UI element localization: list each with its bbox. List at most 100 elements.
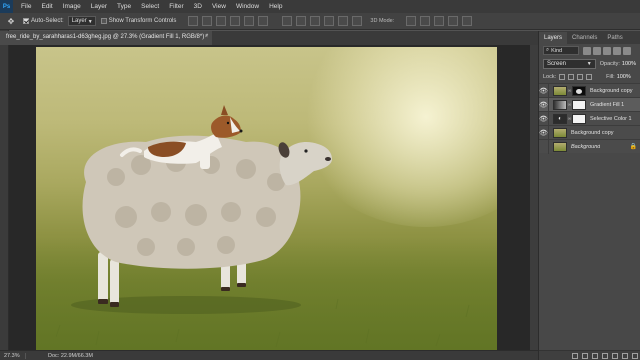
filter-shape-icon[interactable] <box>613 46 621 55</box>
move-tool-icon[interactable]: ✥ <box>4 15 18 27</box>
align-top-icon[interactable] <box>188 16 199 26</box>
3d-pan-icon[interactable] <box>434 16 445 26</box>
dog-leg <box>200 143 210 169</box>
trash-icon[interactable] <box>632 352 638 359</box>
3d-rotate-icon[interactable] <box>406 16 417 26</box>
distribute-center-icon[interactable] <box>338 16 349 26</box>
eye-icon[interactable]: 👁 <box>539 125 549 140</box>
fill-label: Fill: <box>606 73 615 80</box>
layer-thumbnail <box>553 141 567 152</box>
menu-type[interactable]: Type <box>112 3 136 10</box>
dog-eye <box>226 121 230 125</box>
menu-3d[interactable]: 3D <box>189 3 207 10</box>
layer-mask-thumbnail[interactable] <box>572 85 586 96</box>
menu-bar: Ps File Edit Image Layer Type Select Fil… <box>0 0 640 13</box>
eye-icon[interactable]: 👁 <box>539 83 549 98</box>
lock-transparent-icon[interactable] <box>559 73 566 80</box>
menu-edit[interactable]: Edit <box>36 3 57 10</box>
options-bar: ✥ Auto-Select: Layer ▼ Show Transform Co… <box>0 13 640 30</box>
fill-control[interactable]: Fill: 100% <box>606 74 631 80</box>
align-buttons <box>186 16 270 26</box>
show-transform-label: Show Transform Controls <box>108 18 177 24</box>
3d-slide-icon[interactable] <box>448 16 459 26</box>
tools-panel[interactable] <box>0 30 9 360</box>
menu-select[interactable]: Select <box>136 3 164 10</box>
chevron-down-icon: ▼ <box>586 60 592 67</box>
align-bottom-icon[interactable] <box>216 16 227 26</box>
3d-mode-label: 3D Mode: <box>370 18 395 24</box>
layer-mask-thumbnail[interactable] <box>572 99 586 110</box>
distribute-middle-icon[interactable] <box>296 16 307 26</box>
filter-smart-icon[interactable] <box>623 46 631 55</box>
tab-layers[interactable]: Layers <box>539 32 568 44</box>
close-icon[interactable]: × <box>204 34 208 40</box>
layer-name: Background copy <box>571 129 614 136</box>
tab-paths[interactable]: Paths <box>602 32 627 44</box>
document-tab[interactable]: free_ride_by_sarahharas1-d63gheg.jpg @ 2… <box>0 31 212 45</box>
lock-position-icon[interactable] <box>577 73 584 80</box>
menu-filter[interactable]: Filter <box>164 3 188 10</box>
new-group-icon[interactable] <box>612 352 618 359</box>
add-mask-icon[interactable] <box>592 352 598 359</box>
menu-window[interactable]: Window <box>231 3 264 10</box>
show-transform-checkbox[interactable] <box>100 18 107 24</box>
zoom-level[interactable]: 27.3% <box>0 352 26 359</box>
3d-scale-icon[interactable] <box>462 16 473 26</box>
fill-value[interactable]: 100% <box>617 74 631 80</box>
filter-type-icon[interactable] <box>603 46 611 55</box>
new-layer-icon[interactable] <box>622 352 628 359</box>
layer-thumbnail <box>553 99 567 110</box>
align-right-icon[interactable] <box>258 16 269 26</box>
layer-mask-thumbnail[interactable] <box>572 113 586 124</box>
auto-select-checkbox[interactable] <box>23 18 29 24</box>
menu-layer[interactable]: Layer <box>86 3 112 10</box>
layer-style-icon[interactable] <box>582 352 588 359</box>
auto-select-target-dropdown[interactable]: Layer ▼ <box>67 16 96 26</box>
filter-adjustment-icon[interactable] <box>593 46 601 55</box>
kind-filter-value: Kind <box>551 47 563 54</box>
sheep-and-dog-illustration <box>55 105 470 348</box>
distribute-right-icon[interactable] <box>352 16 363 26</box>
layer-name: Background <box>571 143 601 150</box>
doc-size[interactable]: Doc: 22.9M/66.3M <box>26 353 93 359</box>
distribute-buttons <box>280 16 364 26</box>
dog-head <box>211 115 241 138</box>
new-adjustment-icon[interactable] <box>602 352 608 359</box>
opacity-control[interactable]: Opacity: 100% <box>600 61 636 67</box>
document-image[interactable] <box>36 47 497 351</box>
status-bar: 27.3% Doc: 22.9M/66.3M <box>0 350 538 360</box>
layer-row-gradient-fill[interactable]: 👁 ∞ Gradient Fill 1 <box>539 97 640 112</box>
menu-view[interactable]: View <box>207 3 231 10</box>
lock-all-icon[interactable] <box>586 73 593 80</box>
align-left-icon[interactable] <box>230 16 241 26</box>
link-layers-icon[interactable] <box>572 352 578 359</box>
auto-select-target-value: Layer <box>71 18 87 24</box>
opacity-label: Opacity: <box>599 60 620 67</box>
opacity-value[interactable]: 100% <box>622 61 636 67</box>
distribute-left-icon[interactable] <box>324 16 335 26</box>
document-tab-bar: free_ride_by_sarahharas1-d63gheg.jpg @ 2… <box>0 31 538 45</box>
kind-filter-dropdown[interactable]: ⌕ Kind <box>543 46 579 55</box>
adjustment-icon: ◐ <box>553 113 567 124</box>
dog-ear <box>221 105 228 115</box>
layer-row-background[interactable]: Background 🔒 <box>539 139 640 154</box>
3d-roll-icon[interactable] <box>420 16 431 26</box>
distribute-bottom-icon[interactable] <box>310 16 321 26</box>
menu-file[interactable]: File <box>16 3 36 10</box>
align-middle-icon[interactable] <box>202 16 213 26</box>
eye-icon[interactable]: 👁 <box>539 111 549 126</box>
lock-icon: 🔒 <box>629 144 637 150</box>
tab-channels[interactable]: Channels <box>567 32 602 44</box>
eye-hidden-icon[interactable] <box>539 139 549 154</box>
align-center-icon[interactable] <box>244 16 255 26</box>
distribute-top-icon[interactable] <box>282 16 293 26</box>
filter-pixel-icon[interactable] <box>583 46 591 55</box>
blend-mode-dropdown[interactable]: Screen ▼ <box>543 58 596 69</box>
menu-help[interactable]: Help <box>264 3 287 10</box>
eye-icon[interactable]: 👁 <box>539 97 549 112</box>
lock-pixels-icon[interactable] <box>568 73 575 80</box>
menu-image[interactable]: Image <box>58 3 86 10</box>
layer-row-background-copy[interactable]: 👁 Background copy <box>539 125 640 140</box>
layer-row-selective-color[interactable]: 👁 ◐ ∞ Selective Color 1 <box>539 111 640 126</box>
layer-row-background-copy-top[interactable]: 👁 ∞ Background copy <box>539 83 640 98</box>
